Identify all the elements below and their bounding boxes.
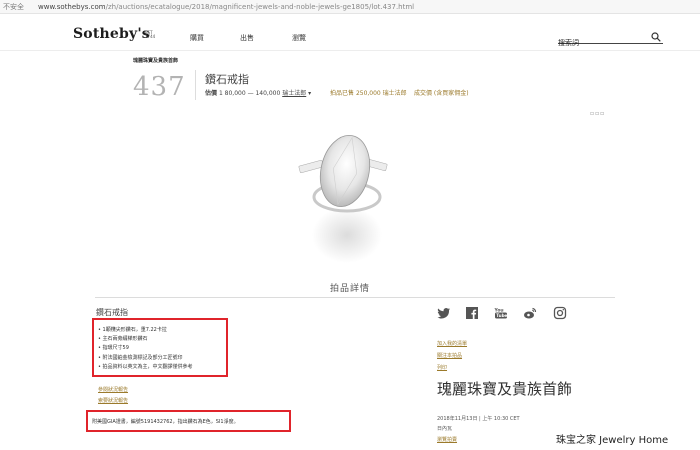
description-line: • 1顆欖尖形鑽石，重7.22卡拉	[98, 327, 167, 333]
estimate: 估價 1 80,000 — 140,000 瑞士法郎 ▾	[205, 88, 311, 97]
sale-name[interactable]: 瑰麗珠寶及貴族首飾	[437, 380, 587, 398]
url-path: /zh/auctions/ecatalogue/2018/magnificent…	[105, 3, 415, 11]
description-line: • 拍品資料以英文為主，中文翻譯僅供參考	[98, 363, 193, 370]
estimate-label: 估價	[205, 90, 218, 97]
sold-price: 拍品已售 250,000 瑞士法郎	[330, 88, 407, 97]
lot-name: 鑽石戒指	[205, 73, 249, 86]
gia-certificate-note: 附美國GIA證書，編號5191432762，指出鑽石為E色，SI1淨度。	[92, 419, 239, 425]
nav-buy[interactable]: 購買	[190, 33, 204, 43]
description-line: • 主石兩旁綴梯形鑽石	[98, 336, 148, 343]
url-text[interactable]: www.sothebys.com/zh/auctions/ecatalogue/…	[38, 0, 415, 13]
nav-browse[interactable]: 瀏覽	[292, 33, 306, 43]
add-to-list-link[interactable]: 加入我的清單	[437, 340, 467, 347]
chevron-down-icon[interactable]: ▾	[308, 90, 311, 97]
nav-sell[interactable]: 出售	[240, 33, 254, 43]
sale-city: 日內瓦	[437, 426, 453, 432]
currency-select[interactable]: 瑞士法郎	[282, 90, 306, 97]
youtube-icon[interactable]: YouTube	[494, 306, 508, 320]
weibo-icon[interactable]	[523, 306, 537, 320]
lot-divider	[195, 70, 196, 100]
sold-label: 拍品已售	[330, 90, 355, 97]
instagram-icon[interactable]	[553, 306, 567, 320]
buyers-premium-link[interactable]: 成交價 (含買家佣金)	[414, 88, 469, 97]
sold-value: 250,000 瑞士法郎	[355, 90, 407, 97]
svg-text:Tube: Tube	[496, 313, 507, 318]
lot-details-heading: 拍品詳情	[329, 284, 370, 294]
sothebys-logo[interactable]: Sotheby's	[73, 26, 150, 42]
request-condition-link[interactable]: 索要狀況報告	[98, 397, 128, 404]
lot-subtitle: 鑽石戒指	[96, 308, 128, 317]
print-link[interactable]: 列印	[437, 364, 447, 371]
security-info[interactable]: 不安全	[3, 0, 24, 13]
search-icon[interactable]	[651, 32, 661, 42]
browse-sale-link[interactable]: 瀏覽拍賣	[437, 436, 457, 443]
follow-lot-link[interactable]: 關注本拍品	[437, 352, 462, 359]
watermark: 珠宝之家 Jewelry Home	[556, 435, 669, 446]
sale-date: 2018年11月13日 | 上午 10:30 CET	[437, 416, 520, 422]
facebook-icon[interactable]	[465, 306, 479, 320]
search-input[interactable]	[558, 36, 643, 50]
logo-subtext: EST 1744	[145, 30, 156, 39]
sale-title-link[interactable]: 瑰麗珠寶及貴族首飾	[133, 57, 178, 64]
description-line: • 附法國鉑金檢測標記及部分工匠號印	[98, 354, 183, 361]
estimate-range: 1 80,000 — 140,000	[218, 90, 281, 97]
header-divider	[0, 50, 700, 51]
url-host: www.sothebys.com	[38, 3, 106, 11]
search-box[interactable]	[558, 30, 663, 50]
diamond-ring-image[interactable]	[285, 125, 405, 275]
details-divider	[95, 297, 615, 298]
description-line: • 指環尺寸59	[98, 345, 129, 352]
address-bar[interactable]: 不安全 www.sothebys.com/zh/auctions/ecatalo…	[0, 0, 700, 14]
twitter-icon[interactable]	[437, 306, 451, 320]
lot-number: 437	[133, 72, 186, 102]
image-tools-icon[interactable]: ▫▫▫	[590, 110, 605, 117]
lot-description: • 1顆欖尖形鑽石，重7.22卡拉 • 主石兩旁綴梯形鑽石 • 指環尺寸59 •…	[98, 326, 193, 372]
condition-report-link[interactable]: 參閱狀況報告	[98, 386, 128, 393]
